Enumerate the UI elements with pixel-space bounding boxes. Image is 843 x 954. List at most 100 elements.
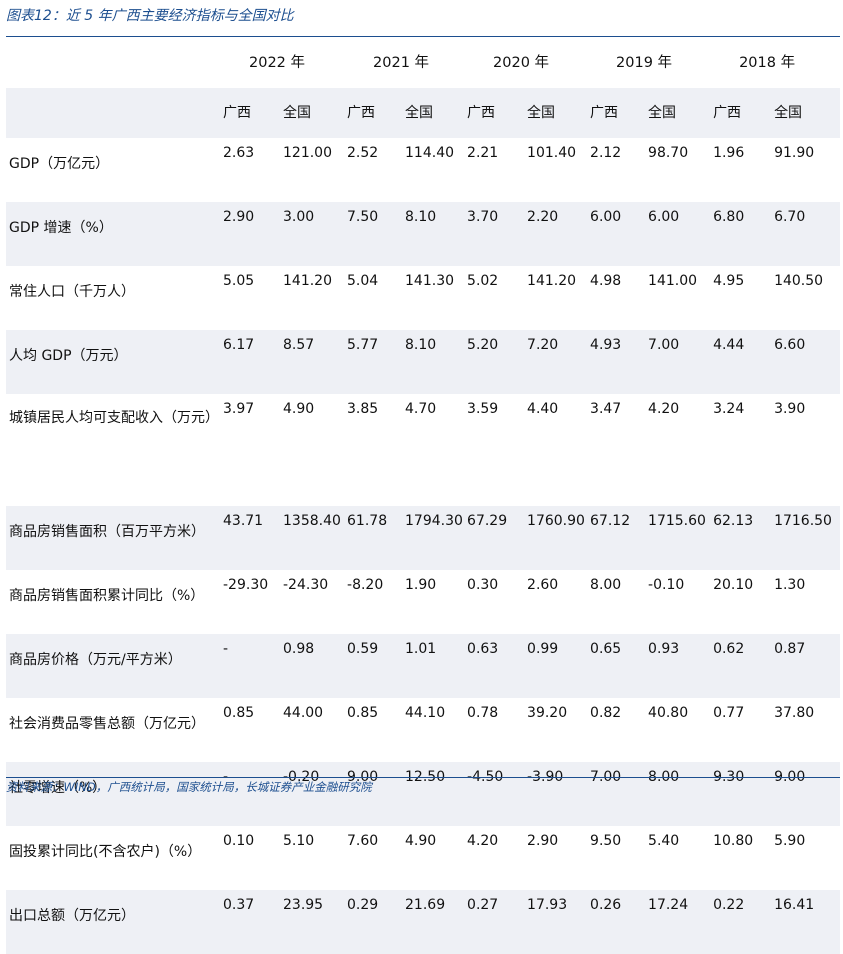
table-cell: 98.70: [648, 145, 689, 161]
table-cell: 1716.50: [772, 506, 841, 570]
table-cell: 3.70: [465, 202, 526, 266]
table-cell: 2.60: [527, 577, 559, 593]
table-cell: 6.00: [646, 202, 712, 266]
table-cell: 8.10: [403, 202, 466, 266]
table-cell: -8.20: [347, 577, 384, 593]
year-header: 2020 年: [493, 54, 550, 71]
table-cell: 8.00: [646, 762, 712, 826]
table-cell: 44.00: [283, 705, 324, 721]
region-header: 全国: [772, 88, 841, 138]
region-header: 广西: [711, 88, 773, 138]
table-cell: 5.10: [283, 833, 315, 849]
table-cell: 141.30: [405, 273, 455, 289]
table-row: 商品房销售面积累计同比（%） -29.30 -24.30 -8.20 1.90 0.30 2…: [6, 570, 840, 634]
table-cell: 141.20: [527, 273, 577, 289]
table-cell: 141.20: [283, 273, 332, 289]
table-cell: 0.10: [223, 833, 255, 849]
table-cell: 37.80: [774, 705, 815, 721]
table-cell: 3.24: [713, 401, 745, 417]
region-header-row: 广西 全国 广西 全国 广西 全国 广西 全国 广西 全国: [6, 88, 841, 138]
table-cell: 5.02: [467, 273, 499, 289]
table-row: 人均 GDP（万元） 6.17 8.57 5.77 8.10 5.20 7.20 4.93 7.…: [6, 330, 841, 394]
table-cell: 62.13: [711, 506, 773, 570]
table-cell: 5.04: [347, 273, 379, 289]
table-cell: 17.93: [525, 890, 589, 954]
year-header: 2022 年: [249, 54, 306, 71]
table-cell: 0.30: [467, 577, 499, 593]
table-cell: 10.80: [713, 833, 754, 849]
table-cell: 4.20: [467, 833, 499, 849]
table-cell: 20.10: [713, 577, 754, 593]
table-cell: 4.98: [590, 273, 622, 289]
table-cell: 0.22: [711, 890, 773, 954]
table-cell: 0.87: [772, 634, 841, 698]
table-cell: 0.37: [221, 890, 281, 954]
table-cell: 140.50: [774, 273, 824, 289]
table-cell: 8.57: [281, 330, 346, 394]
table-cell: 9.00: [772, 762, 841, 826]
table-cell: 6.60: [772, 330, 841, 394]
table-cell: 7.60: [347, 833, 379, 849]
table-cell: 6.70: [772, 202, 841, 266]
table-cell: 5.40: [648, 833, 680, 849]
table-cell: -24.30: [283, 577, 329, 593]
table-cell: 7.00: [588, 762, 647, 826]
table-cell: 8.10: [403, 330, 466, 394]
table-cell: 3.00: [281, 202, 346, 266]
table-cell: 2.21: [467, 145, 499, 161]
table-cell: 1.01: [403, 634, 466, 698]
table-cell: 43.71: [221, 506, 281, 570]
table-row: GDP 增速（%） 2.90 3.00 7.50 8.10 3.70 2.20 6.00 6.0…: [6, 202, 841, 266]
row-label: 人均 GDP（万元）: [6, 330, 221, 394]
table-cell: 2.52: [347, 145, 379, 161]
region-header: 广西: [345, 88, 404, 138]
table-cell: 91.90: [774, 145, 815, 161]
table-cell: 0.63: [465, 634, 526, 698]
table-cell: 7.00: [646, 330, 712, 394]
table-row: 固投累计同比(不含农户)（%） 0.10 5.10 7.60 4.90 4.20 2.90 9…: [6, 826, 840, 890]
table-cell: 3.97: [223, 401, 255, 417]
region-header: 全国: [403, 88, 466, 138]
row-label: 固投累计同比(不含农户)（%）: [9, 844, 202, 860]
year-header: 2018 年: [739, 54, 796, 71]
table-cell: 4.93: [588, 330, 647, 394]
table-cell: 12.50: [403, 762, 466, 826]
table-cell: 16.41: [772, 890, 841, 954]
table-cell: 6.80: [711, 202, 773, 266]
row-label: 出口总额（万亿元）: [6, 890, 221, 954]
table-cell: 4.95: [713, 273, 745, 289]
table-cell: 0.85: [347, 705, 379, 721]
table-row: 城镇居民人均可支配收入（万元） 3.97 4.90 3.85 4.70 3.59 4.40 3…: [6, 394, 840, 506]
table-cell: 17.24: [646, 890, 712, 954]
table-cell: 1760.90: [525, 506, 589, 570]
table-cell: 1.96: [713, 145, 745, 161]
table-cell: 2.12: [590, 145, 622, 161]
table-cell: 21.69: [403, 890, 466, 954]
table-cell: 2.20: [525, 202, 589, 266]
table-cell: 5.90: [774, 833, 806, 849]
corner-cell: [6, 38, 221, 88]
table-cell: 3.59: [467, 401, 499, 417]
row-label: GDP 增速（%）: [6, 202, 221, 266]
table-row: GDP（万亿元） 2.63 121.00 2.52 114.40 2.21 101.40 2.…: [6, 138, 840, 202]
row-label: 商品房价格（万元/平方米）: [6, 634, 221, 698]
source-note: 资料来源：WIND，广西统计局，国家统计局，长城证券产业金融研究院: [6, 780, 372, 794]
year-header-row: 2022 年 2021 年 2020 年 2019 年 2018 年: [6, 38, 840, 88]
table-cell: 0.59: [345, 634, 404, 698]
table-cell: 67.12: [588, 506, 647, 570]
table-cell: 5.20: [465, 330, 526, 394]
region-header: 全国: [646, 88, 712, 138]
table-cell: 6.17: [221, 330, 281, 394]
table-cell: 44.10: [405, 705, 446, 721]
table-row: 常住人口（千万人） 5.05 141.20 5.04 141.30 5.02 141.20 4…: [6, 266, 840, 330]
table-cell: 39.20: [527, 705, 568, 721]
indicator-table: 2022 年 2021 年 2020 年 2019 年 2018 年广西 全国 广西 全国 广西…: [6, 38, 841, 954]
table-caption: 图表12：近 5 年广西主要经济指标与全国对比: [6, 8, 294, 24]
table-cell: 4.44: [711, 330, 773, 394]
table-row: 出口总额（万亿元） 0.37 23.95 0.29 21.69 0.27 17.93 0.26…: [6, 890, 841, 954]
table-cell: 101.40: [527, 145, 577, 161]
region-header: 全国: [525, 88, 589, 138]
table-cell: -4.50: [465, 762, 526, 826]
region-header: 广西: [221, 88, 281, 138]
table-cell: 1358.40: [281, 506, 346, 570]
